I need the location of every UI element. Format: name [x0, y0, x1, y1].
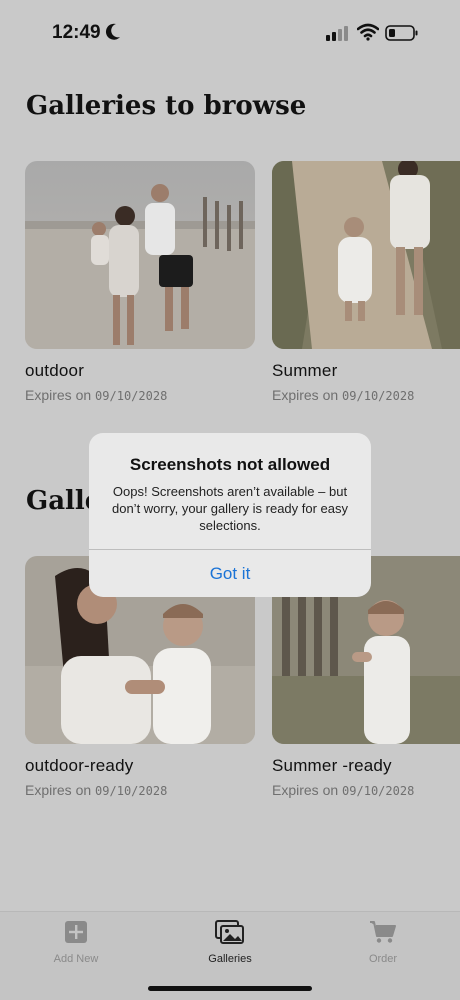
expiry-date: 09/10/2028 [95, 784, 168, 798]
tab-label: Add New [53, 953, 99, 965]
expiry-label: Expires on [272, 782, 339, 798]
gallery-expiry: Expires on 09/10/2028 [25, 387, 257, 403]
tab-order[interactable]: Order [328, 920, 438, 965]
cart-icon [370, 921, 396, 943]
gallery-expiry: Expires on 09/10/2028 [272, 782, 460, 798]
got-it-button[interactable]: Got it [89, 550, 371, 597]
gallery-name: outdoor [25, 361, 85, 380]
status-bar: 12:49 [0, 0, 460, 70]
gallery-name: Summer -ready [272, 756, 392, 775]
moon-icon [105, 23, 120, 40]
expiry-date: 09/10/2028 [95, 389, 168, 403]
gallery-expiry: Expires on 09/10/2028 [25, 782, 257, 798]
gallery-expiry: Expires on 09/10/2028 [272, 387, 460, 403]
expiry-label: Expires on [25, 387, 92, 403]
tab-add-new[interactable]: Add New [21, 920, 131, 965]
expiry-label: Expires on [25, 782, 92, 798]
alert-title: Screenshots not allowed [129, 455, 331, 474]
cellular-signal-icon [326, 26, 348, 41]
screenshot-alert-dialog: Screenshots not allowed Oops! Screenshot… [89, 433, 371, 597]
battery-icon [385, 25, 418, 41]
tab-label: Order [368, 953, 398, 965]
home-indicator [148, 986, 312, 991]
gallery-name: outdoor-ready [25, 756, 134, 775]
family-beach-walk-photo [25, 161, 255, 349]
photos-icon [215, 920, 244, 944]
plus-square-icon [65, 921, 87, 943]
expiry-label: Expires on [272, 387, 339, 403]
status-time: 12:49 [52, 22, 101, 43]
gallery-card-summer[interactable]: Summer Expires on 09/10/2028 [272, 161, 460, 403]
wifi-icon [357, 23, 379, 41]
tab-label: Galleries [208, 953, 252, 965]
alert-message: Oops! Screenshots aren’t available – but… [111, 484, 349, 533]
gallery-card-outdoor[interactable]: outdoor Expires on 09/10/2028 [25, 161, 257, 403]
expiry-date: 09/10/2028 [342, 784, 415, 798]
expiry-date: 09/10/2028 [342, 389, 415, 403]
toddler-path-photo [272, 161, 460, 349]
tab-galleries[interactable]: Galleries [175, 920, 285, 965]
section-title-galleries-to-browse: Galleries to browse [26, 91, 307, 121]
gallery-name: Summer [272, 361, 338, 380]
